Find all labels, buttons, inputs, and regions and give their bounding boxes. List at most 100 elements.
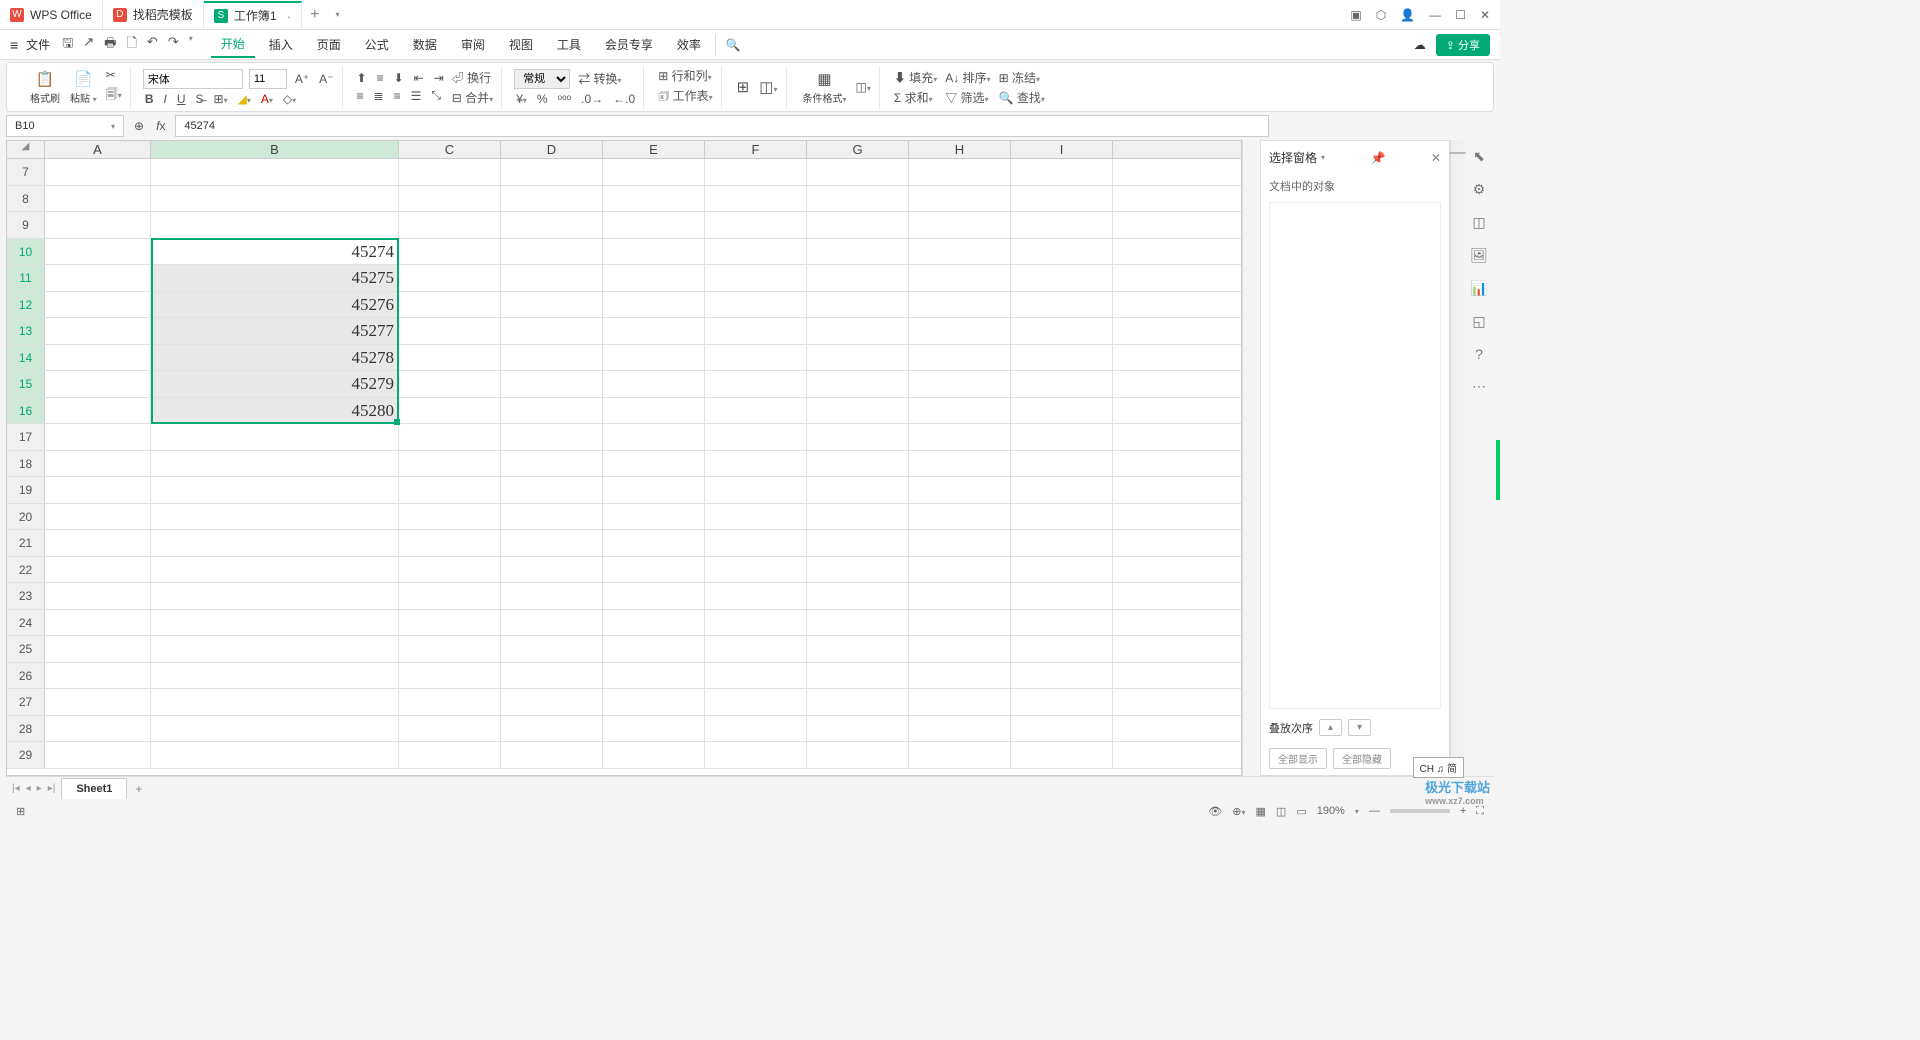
cell[interactable] [501, 212, 603, 238]
cell[interactable] [501, 504, 603, 530]
cell[interactable] [909, 504, 1011, 530]
file-menu[interactable]: 文件 [26, 36, 50, 53]
border-button[interactable]: ⊞▾ [212, 92, 230, 106]
cell[interactable] [501, 636, 603, 662]
cell[interactable] [1011, 742, 1113, 768]
cell[interactable] [1011, 212, 1113, 238]
col-E[interactable]: E [603, 141, 705, 158]
cell[interactable] [1011, 292, 1113, 318]
cell[interactable] [501, 530, 603, 556]
cell[interactable]: 45280 [151, 398, 399, 424]
cell[interactable] [1011, 504, 1113, 530]
col-H[interactable]: H [909, 141, 1011, 158]
cell[interactable] [909, 742, 1011, 768]
comma-icon[interactable]: ᵒᵒᵒ [556, 92, 574, 106]
order-down[interactable]: ▾ [1348, 719, 1371, 736]
row-header[interactable]: 14 [7, 345, 45, 371]
find-button[interactable]: 🔍 查找▾ [997, 89, 1047, 106]
cell[interactable] [1011, 689, 1113, 715]
cell[interactable] [399, 318, 501, 344]
cell[interactable] [705, 159, 807, 185]
cell[interactable] [399, 636, 501, 662]
cell[interactable] [151, 212, 399, 238]
cell[interactable] [705, 477, 807, 503]
cell[interactable] [705, 371, 807, 397]
row-header[interactable]: 26 [7, 663, 45, 689]
help-tool-icon[interactable]: ? [1475, 346, 1483, 362]
cell[interactable] [151, 159, 399, 185]
row-header[interactable]: 12 [7, 292, 45, 318]
last-sheet[interactable]: ▸| [48, 783, 56, 794]
cell[interactable] [151, 424, 399, 450]
cell[interactable] [501, 716, 603, 742]
cell[interactable] [1011, 424, 1113, 450]
indent-dec[interactable]: ⇤ [412, 71, 426, 85]
hamburger-icon[interactable]: ≡ [10, 37, 18, 53]
chart-tool-icon[interactable]: 📊 [1470, 280, 1487, 297]
cell[interactable] [909, 371, 1011, 397]
col-G[interactable]: G [807, 141, 909, 158]
cell[interactable] [45, 186, 151, 212]
maximize-button[interactable]: ☐ [1455, 8, 1466, 22]
view-layout-icon[interactable]: ◫ [1276, 805, 1286, 818]
currency-icon[interactable]: ¥▾ [514, 92, 529, 106]
cell[interactable] [399, 557, 501, 583]
cell[interactable] [603, 689, 705, 715]
view-page-icon[interactable]: ▭ [1296, 805, 1306, 818]
cell[interactable] [151, 451, 399, 477]
cell[interactable] [45, 663, 151, 689]
cell[interactable] [1011, 477, 1113, 503]
prev-sheet[interactable]: ◂ [26, 783, 31, 794]
cell[interactable] [1011, 451, 1113, 477]
cell[interactable] [705, 212, 807, 238]
cell[interactable] [45, 583, 151, 609]
cell[interactable] [807, 530, 909, 556]
cell[interactable] [603, 159, 705, 185]
redo-icon[interactable]: ↷ [168, 34, 179, 56]
tab-tools[interactable]: 工具 [547, 32, 591, 57]
cell[interactable] [151, 186, 399, 212]
minimize-button[interactable]: — [1429, 8, 1441, 22]
cell[interactable] [45, 398, 151, 424]
cell[interactable] [807, 292, 909, 318]
copy-icon[interactable]: 🗐▾ [104, 85, 124, 106]
row-header[interactable]: 16 [7, 398, 45, 424]
cell[interactable] [45, 292, 151, 318]
cell[interactable] [807, 398, 909, 424]
fill-button[interactable]: ⬇ 填充▾ [892, 69, 939, 86]
cell[interactable] [501, 159, 603, 185]
fullscreen-icon[interactable]: ⛶ [1476, 805, 1484, 818]
rowcol-button[interactable]: ⊞ 行和列▾ [656, 67, 714, 84]
status-icon[interactable]: ⊞ [16, 805, 25, 818]
cell[interactable] [399, 451, 501, 477]
cond-format-button[interactable]: ▦条件格式▾ [799, 70, 849, 105]
row-header[interactable]: 17 [7, 424, 45, 450]
cell[interactable] [603, 451, 705, 477]
cell[interactable] [705, 716, 807, 742]
row-header[interactable]: 9 [7, 212, 45, 238]
preview-icon[interactable]: 🗋 [126, 34, 136, 56]
cell[interactable] [399, 716, 501, 742]
cell[interactable] [909, 345, 1011, 371]
cell[interactable] [909, 159, 1011, 185]
wrap-button[interactable]: ⏎ 换行 [450, 69, 495, 86]
cell[interactable] [807, 371, 909, 397]
cell[interactable] [399, 186, 501, 212]
cell[interactable] [45, 212, 151, 238]
cell[interactable] [501, 186, 603, 212]
cell[interactable] [909, 292, 1011, 318]
cell[interactable] [151, 583, 399, 609]
cell[interactable] [909, 451, 1011, 477]
cell[interactable] [909, 477, 1011, 503]
align-mid[interactable]: ≡ [375, 71, 386, 85]
tab-menu-button[interactable]: ▾ [328, 10, 348, 19]
sum-button[interactable]: Σ 求和▾ [892, 89, 939, 106]
cell[interactable] [501, 345, 603, 371]
cell[interactable] [501, 610, 603, 636]
bold-button[interactable]: B [143, 92, 156, 106]
tab-formula[interactable]: 公式 [355, 32, 399, 57]
add-tab-button[interactable]: + [302, 6, 327, 24]
cell[interactable] [45, 742, 151, 768]
cell[interactable] [807, 742, 909, 768]
cell[interactable] [909, 583, 1011, 609]
